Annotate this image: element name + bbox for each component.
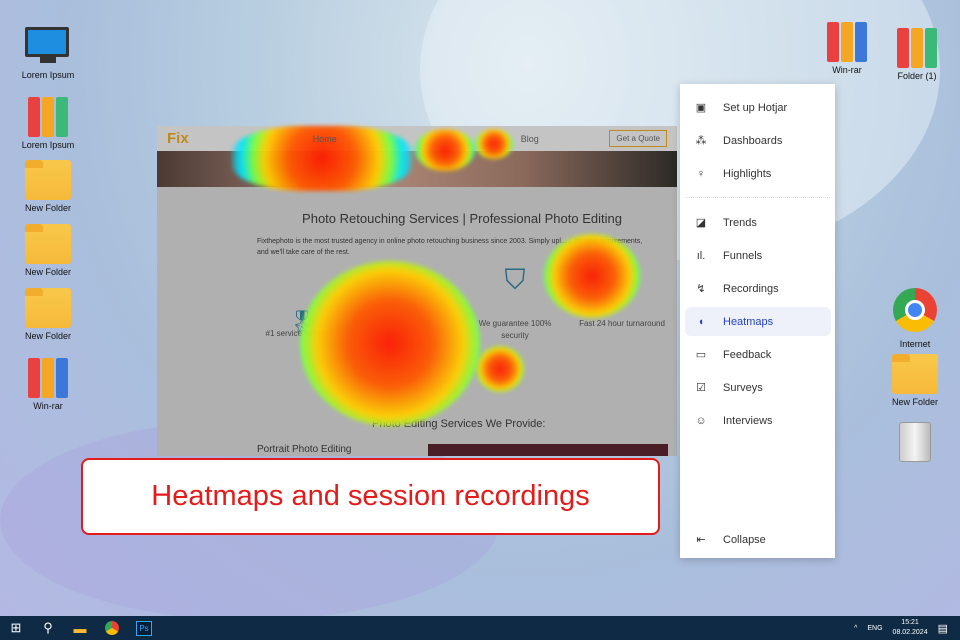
- winrar-icon: [25, 358, 71, 398]
- desktop-icon-folder[interactable]: New Folder: [16, 224, 80, 277]
- users-icon: ☺: [695, 414, 707, 427]
- desktop-icon-folder[interactable]: New Folder: [16, 160, 80, 213]
- site-title: Photo Retouching Services | Professional…: [302, 211, 622, 226]
- winrar-icon: [824, 22, 870, 62]
- heatmap-icon: ◖: [697, 315, 705, 328]
- grid-icon: ⁂: [695, 135, 707, 147]
- portrait-image: [428, 444, 668, 456]
- folder-icon: [892, 354, 938, 394]
- heatmap-spot: [300, 261, 480, 426]
- system-tray: ^ ENG 15:21 08.02.2024 ▤: [854, 618, 960, 638]
- caption-banner: Heatmaps and session recordings: [81, 458, 660, 535]
- code-window-icon: ▣: [695, 102, 707, 114]
- get-quote-button[interactable]: Get a Quote: [609, 130, 667, 147]
- heatmap-spot: [476, 346, 524, 392]
- menu-item-interviews[interactable]: ☺ Interviews: [685, 406, 831, 435]
- menu-item-dashboards[interactable]: ⁂ Dashboards: [685, 126, 831, 155]
- heatmap-spot: [475, 129, 513, 159]
- nav-home[interactable]: Home: [313, 134, 337, 144]
- site-logo: Fix: [167, 130, 189, 147]
- file-explorer-icon[interactable]: ▬: [64, 616, 96, 640]
- funnel-icon: ıl.: [696, 249, 706, 262]
- feature-turnaround: Fast 24 hour turnaround: [579, 319, 665, 328]
- menu-item-trends[interactable]: ◪ Trends: [685, 208, 831, 237]
- chevron-up-icon[interactable]: ^: [854, 625, 857, 632]
- menu-item-funnels[interactable]: ıl. Funnels: [685, 241, 831, 270]
- collapse-button[interactable]: ⇤ Collapse: [685, 525, 831, 554]
- menu-item-highlights[interactable]: ♀ Highlights: [685, 159, 831, 188]
- collapse-arrow-icon: ⇤: [696, 534, 706, 546]
- chrome-icon: [893, 288, 937, 332]
- desktop-icon-computer[interactable]: Lorem Ipsum: [16, 27, 80, 80]
- menu-item-surveys[interactable]: ☑ Surveys: [685, 373, 831, 402]
- photoshop-icon[interactable]: Ps: [128, 616, 160, 640]
- search-icon[interactable]: ⚲: [32, 616, 64, 640]
- desktop-icon-folder[interactable]: New Folder: [16, 288, 80, 341]
- feedback-icon: ▭: [695, 349, 707, 361]
- heatmap-spot: [544, 234, 640, 318]
- chart-icon: ◪: [695, 217, 707, 229]
- language-indicator[interactable]: ENG: [867, 625, 882, 632]
- survey-icon: ☑: [696, 382, 706, 394]
- desktop-icon-winrar[interactable]: Win-rar: [815, 22, 879, 75]
- folder-icon: [25, 224, 71, 264]
- desktop-icon-chrome[interactable]: Internet: [883, 288, 947, 349]
- nav-blog[interactable]: Blog: [521, 134, 539, 144]
- desktop-icon-winrar[interactable]: Win-rar: [16, 358, 80, 411]
- lightbulb-icon: ♀: [696, 167, 706, 180]
- taskbar: ⊞ ⚲ ▬ Ps ^ ENG 15:21 08.02.2024 ▤: [0, 616, 960, 640]
- windows-start-icon[interactable]: ⊞: [0, 616, 32, 640]
- menu-item-setup[interactable]: ▣ Set up Hotjar: [685, 93, 831, 122]
- desktop-icon-binders[interactable]: Lorem Ipsum: [16, 97, 80, 150]
- clock[interactable]: 15:21 08.02.2024: [893, 618, 928, 638]
- binders-icon: [25, 97, 71, 137]
- desktop-icon-binders[interactable]: Folder (1): [885, 28, 949, 81]
- menu-item-heatmaps[interactable]: ◖ Heatmaps: [685, 307, 831, 336]
- desktop-icon-folder[interactable]: New Folder: [883, 354, 947, 407]
- computer-icon: [25, 27, 71, 67]
- recycle-bin-icon[interactable]: [899, 422, 931, 462]
- folder-icon: [25, 288, 71, 328]
- menu-item-recordings[interactable]: ↯ Recordings: [685, 274, 831, 303]
- portrait-heading: Portrait Photo Editing: [257, 444, 352, 455]
- menu-divider: [685, 197, 830, 198]
- website-screenshot: Fix Home Blog Get a Quote Photo Retouchi…: [157, 126, 677, 456]
- heatmap-spot: [415, 129, 475, 171]
- chrome-taskbar-icon[interactable]: [96, 616, 128, 640]
- menu-item-feedback[interactable]: ▭ Feedback: [685, 340, 831, 369]
- recording-icon: ↯: [696, 283, 706, 295]
- notification-icon[interactable]: ▤: [938, 622, 948, 635]
- folder-icon: [25, 160, 71, 200]
- hotjar-sidebar-menu: ▣ Set up Hotjar ⁂ Dashboards ♀ Highlights ◪…: [680, 84, 835, 558]
- binders-icon: [894, 28, 940, 68]
